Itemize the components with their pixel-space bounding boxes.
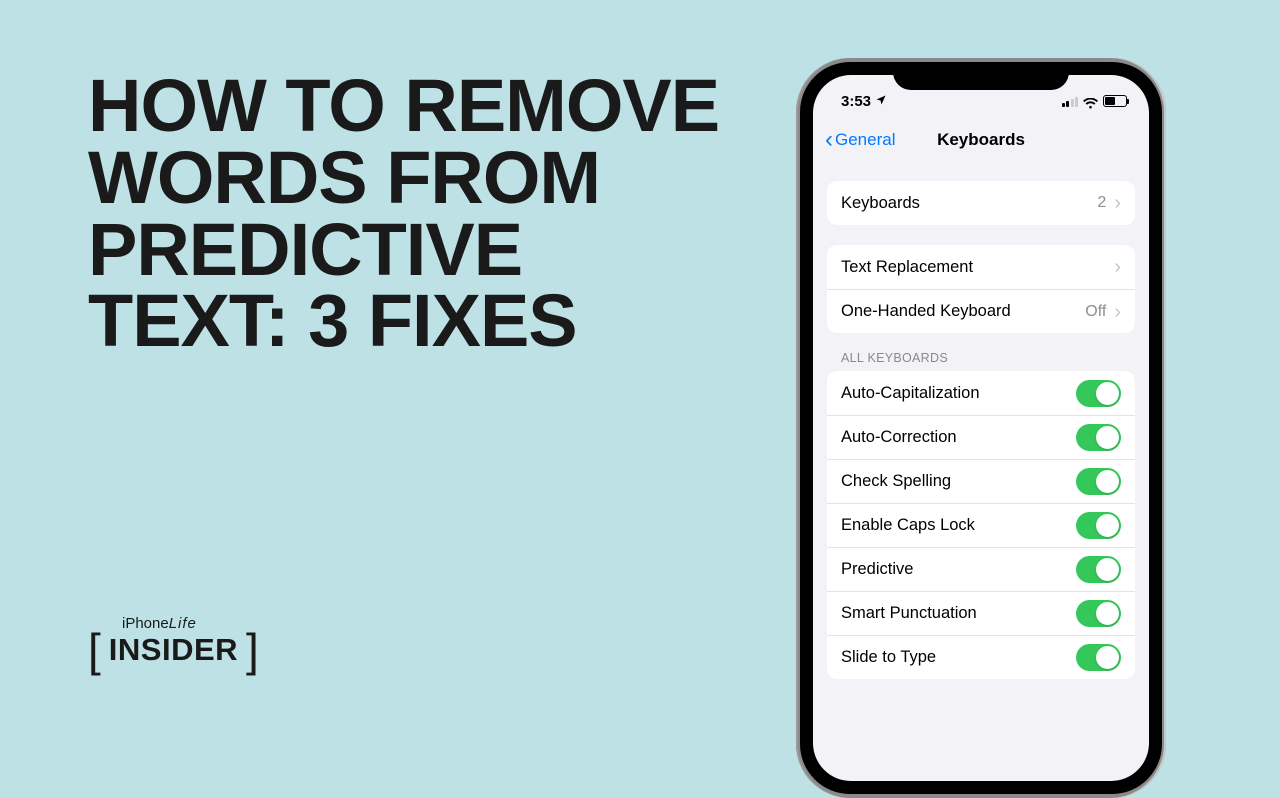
badge-main-row: [ INSIDER ] — [88, 632, 259, 668]
nav-title: Keyboards — [937, 130, 1025, 150]
row-keyboards[interactable]: Keyboards 2 › — [827, 181, 1135, 225]
row-slide-to-type: Slide to Type — [827, 635, 1135, 679]
wifi-icon — [1083, 96, 1098, 107]
chevron-right-icon: › — [1114, 302, 1121, 322]
row-label: Smart Punctuation — [841, 604, 977, 623]
battery-icon — [1103, 95, 1127, 107]
row-text-replacement[interactable]: Text Replacement › — [827, 245, 1135, 289]
group-keyboards: Keyboards 2 › — [827, 181, 1135, 225]
badge-suffix: Life — [169, 615, 197, 632]
toggle-auto-correction[interactable] — [1076, 424, 1121, 451]
status-left: 3:53 — [841, 85, 887, 110]
row-value: 2 — [1097, 194, 1106, 212]
row-label: Auto-Capitalization — [841, 384, 980, 403]
chevron-left-icon: ‹ — [825, 126, 833, 154]
headline-text: HOW TO REMOVE WORDS FROM PREDICTIVE TEXT… — [88, 70, 728, 357]
group-all-keyboards: Auto-Capitalization Auto-Correction Chec… — [827, 371, 1135, 679]
status-time: 3:53 — [841, 93, 871, 110]
row-check-spelling: Check Spelling — [827, 459, 1135, 503]
toggle-slide-to-type[interactable] — [1076, 644, 1121, 671]
badge-main-text: INSIDER — [109, 632, 238, 668]
toggle-smart-punctuation[interactable] — [1076, 600, 1121, 627]
row-label: Keyboards — [841, 194, 920, 213]
badge-brand: iPhone — [122, 615, 169, 632]
nav-bar: ‹ General Keyboards — [813, 119, 1149, 161]
row-label: Auto-Correction — [841, 428, 957, 447]
row-smart-punctuation: Smart Punctuation — [827, 591, 1135, 635]
location-arrow-icon — [875, 94, 887, 109]
row-label: Check Spelling — [841, 472, 951, 491]
row-label: One-Handed Keyboard — [841, 302, 1011, 321]
row-value: Off — [1085, 303, 1106, 321]
section-header-all-keyboards: ALL KEYBOARDS — [841, 351, 1121, 365]
row-label: Predictive — [841, 560, 913, 579]
toggle-auto-capitalization[interactable] — [1076, 380, 1121, 407]
status-right — [1062, 87, 1128, 107]
row-predictive: Predictive — [827, 547, 1135, 591]
row-label: Text Replacement — [841, 258, 973, 277]
cellular-signal-icon — [1062, 96, 1079, 107]
toggle-enable-caps-lock[interactable] — [1076, 512, 1121, 539]
bracket-open-icon: [ — [88, 632, 101, 668]
chevron-right-icon: › — [1114, 193, 1121, 213]
row-label: Enable Caps Lock — [841, 516, 975, 535]
row-label: Slide to Type — [841, 648, 936, 667]
phone-notch — [893, 62, 1069, 90]
phone-frame: 3:53 ‹ General Keybo — [796, 58, 1166, 798]
insider-badge: iPhoneLife [ INSIDER ] — [88, 615, 259, 668]
group-text-options: Text Replacement › One-Handed Keyboard O… — [827, 245, 1135, 333]
badge-top-line: iPhoneLife — [122, 615, 259, 632]
toggle-predictive[interactable] — [1076, 556, 1121, 583]
row-auto-correction: Auto-Correction — [827, 415, 1135, 459]
phone-bezel: 3:53 ‹ General Keybo — [800, 62, 1162, 794]
row-auto-capitalization: Auto-Capitalization — [827, 371, 1135, 415]
phone-screen: 3:53 ‹ General Keybo — [813, 75, 1149, 781]
row-one-handed[interactable]: One-Handed Keyboard Off › — [827, 289, 1135, 333]
toggle-check-spelling[interactable] — [1076, 468, 1121, 495]
row-enable-caps-lock: Enable Caps Lock — [827, 503, 1135, 547]
bracket-close-icon: ] — [246, 632, 259, 668]
chevron-right-icon: › — [1114, 257, 1121, 277]
nav-back-button[interactable]: ‹ General — [825, 126, 895, 154]
nav-back-label: General — [835, 130, 895, 150]
